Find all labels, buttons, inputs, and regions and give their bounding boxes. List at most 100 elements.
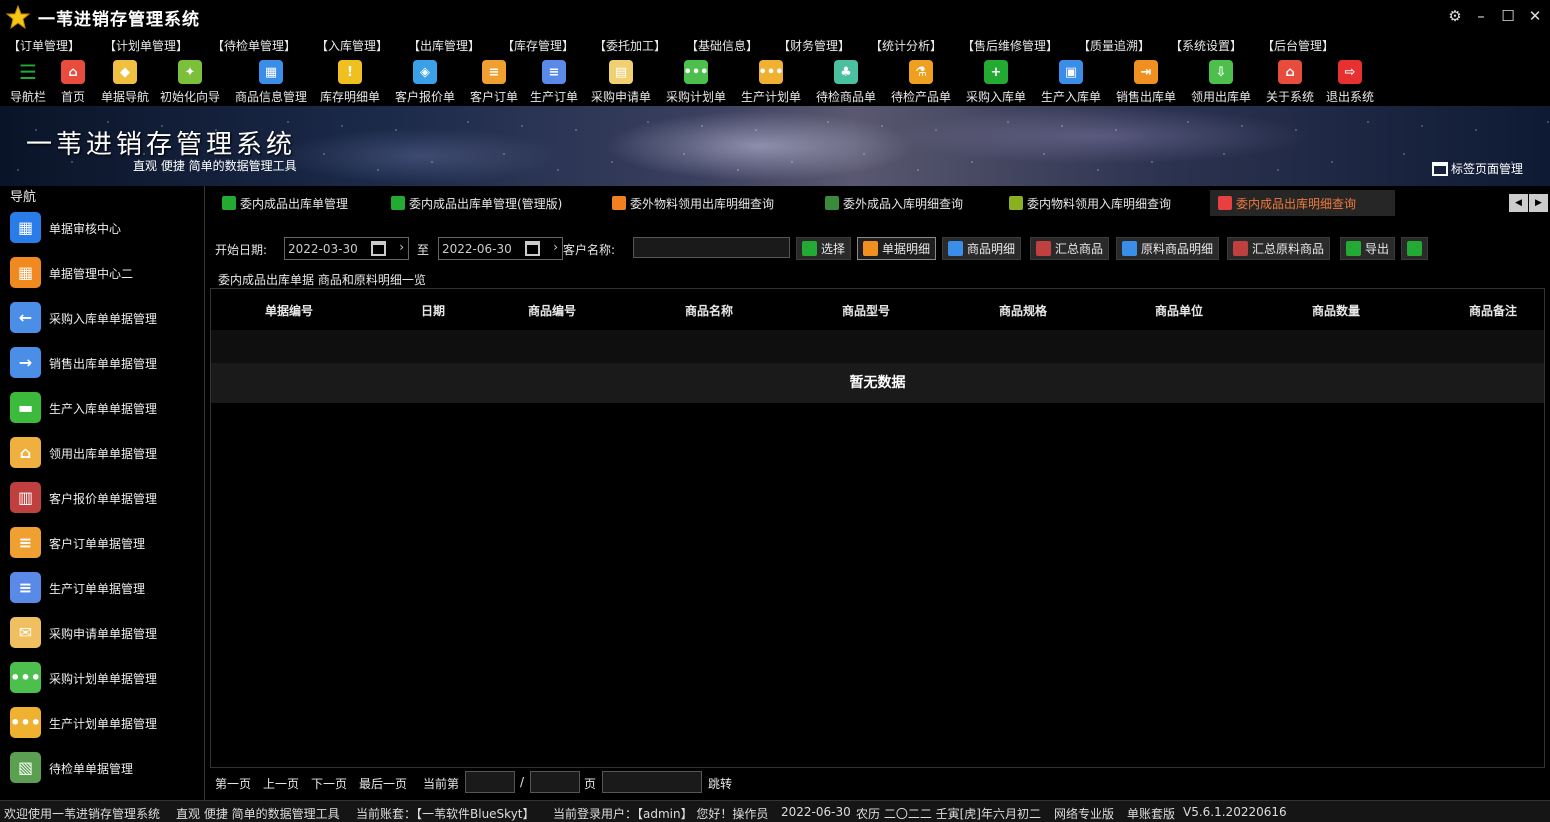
nav-item-4[interactable]: ▬ 生产入库单单据管理: [0, 386, 205, 431]
toolbar-button-1[interactable]: ⌂ 首页: [58, 60, 88, 104]
settings-icon[interactable]: ⚙: [1444, 6, 1466, 26]
tab-5[interactable]: 委内成品出库明细查询: [1210, 190, 1395, 216]
chevron-right-icon[interactable]: ›: [553, 240, 558, 254]
toolbar-button-2[interactable]: ◆ 单据导航: [100, 60, 150, 104]
toolbar-button-5[interactable]: ! 库存明细单: [319, 60, 381, 104]
menu-order[interactable]: 【订单管理】: [8, 37, 80, 54]
toolbar-button-18[interactable]: ⌂ 关于系统: [1265, 60, 1315, 104]
toolbar-button-16[interactable]: ⇥ 销售出库单: [1115, 60, 1177, 104]
chevron-right-icon[interactable]: ›: [399, 240, 404, 254]
minimize-icon[interactable]: –: [1470, 6, 1492, 26]
toolbar-button-3[interactable]: ✦ 初始化向导: [158, 60, 222, 104]
toolbar-button-4[interactable]: ▦ 商品信息管理: [234, 60, 308, 104]
nav-item-9[interactable]: ✉ 采购申请单单据管理: [0, 611, 205, 656]
first-page-link[interactable]: 第一页: [215, 775, 251, 792]
toolbar-button-17[interactable]: ⇩ 领用出库单: [1190, 60, 1252, 104]
toolbar-button-label: 生产计划单: [740, 90, 801, 104]
toolbar-button-15[interactable]: ▣ 生产入库单: [1040, 60, 1102, 104]
toolbar-button-11[interactable]: ••• 生产计划单: [740, 60, 802, 104]
menu-inbound[interactable]: 【入库管理】: [316, 37, 388, 54]
filter-button-3[interactable]: 汇总商品: [1030, 237, 1110, 260]
tab-2[interactable]: 委外物料领用出库明细查询: [604, 190, 782, 216]
filter-button-6[interactable]: 导出: [1340, 237, 1396, 260]
nav-item-8[interactable]: ≡ 生产订单单据管理: [0, 566, 205, 611]
column-header[interactable]: 商品备注: [1453, 302, 1533, 319]
column-header[interactable]: 商品名称: [669, 302, 749, 319]
menu-admin[interactable]: 【后台管理】: [1262, 37, 1334, 54]
column-header[interactable]: 商品数量: [1296, 302, 1376, 319]
nav-item-11[interactable]: ••• 生产计划单单据管理: [0, 701, 205, 746]
column-header[interactable]: 商品单位: [1139, 302, 1219, 319]
menu-basic-info[interactable]: 【基础信息】: [686, 37, 758, 54]
tab-scroll-left-icon[interactable]: ◀: [1509, 194, 1528, 212]
nav-item-12[interactable]: ▧ 待检单单据管理: [0, 746, 205, 791]
menu-plan[interactable]: 【计划单管理】: [104, 37, 188, 54]
nav-item-3[interactable]: → 销售出库单单据管理: [0, 341, 205, 386]
nav-item-0[interactable]: ▦ 单据审核中心: [0, 206, 205, 251]
menu-icon: ☰: [19, 60, 37, 84]
status-bar: 欢迎使用一苇进销存管理系统 直观 便捷 简单的数据管理工具 当前账套：【一苇软件…: [0, 800, 1550, 822]
menu-inspection[interactable]: 【待检单管理】: [212, 37, 296, 54]
nav-item-1[interactable]: ▦ 单据管理中心二: [0, 251, 205, 296]
toolbar-button-10[interactable]: ••• 采购计划单: [665, 60, 727, 104]
tab-scroll-right-icon[interactable]: ▶: [1529, 194, 1548, 212]
jump-page-input[interactable]: [602, 771, 702, 793]
menu-quality-trace[interactable]: 【质量追溯】: [1078, 37, 1150, 54]
column-header[interactable]: 商品型号: [826, 302, 906, 319]
current-page-input[interactable]: [465, 771, 515, 793]
menu-outsourcing[interactable]: 【委托加工】: [594, 37, 666, 54]
menu-finance[interactable]: 【财务管理】: [778, 37, 850, 54]
tab-manager-button[interactable]: 标签页面管理: [1432, 160, 1523, 177]
end-date-picker[interactable]: 2022-06-30 ›: [438, 237, 563, 260]
column-header[interactable]: 商品规格: [983, 302, 1063, 319]
column-header[interactable]: 单据编号: [249, 302, 329, 319]
toolbar-button-19[interactable]: ⇨ 退出系统: [1325, 60, 1375, 104]
customer-input[interactable]: [633, 237, 790, 258]
tab-1[interactable]: 委内成品出库单管理(管理版): [383, 190, 570, 216]
filter-button-1[interactable]: 单据明细: [857, 237, 937, 260]
toolbar-button-7[interactable]: ≡ 客户订单: [469, 60, 519, 104]
column-header[interactable]: 商品编号: [512, 302, 592, 319]
nav-item-5[interactable]: ⌂ 领用出库单单据管理: [0, 431, 205, 476]
calendar-icon[interactable]: [525, 241, 540, 256]
filter-button-7[interactable]: [1401, 237, 1428, 260]
filter-button-4[interactable]: 原料商品明细: [1116, 237, 1220, 260]
toolbar-button-6[interactable]: ◈ 客户报价单: [394, 60, 456, 104]
nav-item-6[interactable]: ▥ 客户报价单单据管理: [0, 476, 205, 521]
menu-after-sales[interactable]: 【售后维修管理】: [962, 37, 1058, 54]
filter-button-5[interactable]: 汇总原料商品: [1227, 237, 1331, 260]
tab-0[interactable]: 委内成品出库单管理: [214, 190, 356, 216]
nav-item-2[interactable]: ← 采购入库单单据管理: [0, 296, 205, 341]
menu-statistics[interactable]: 【统计分析】: [870, 37, 942, 54]
maximize-icon[interactable]: ☐: [1497, 6, 1519, 26]
toolbar-button-13[interactable]: ⚗ 待检产品单: [890, 60, 952, 104]
toolbar-button-0[interactable]: ☰ 导航栏: [8, 60, 48, 104]
document-icon: ≡: [542, 60, 566, 84]
menu-outbound[interactable]: 【出库管理】: [408, 37, 480, 54]
tab-label: 委内成品出库明细查询: [1236, 196, 1357, 211]
prev-page-link[interactable]: 上一页: [263, 775, 299, 792]
jump-button[interactable]: 跳转: [708, 775, 732, 792]
filter-button-0[interactable]: 选择: [796, 237, 852, 260]
menu-system-settings[interactable]: 【系统设置】: [1170, 37, 1242, 54]
banner: 一苇进销存管理系统 直观 便捷 简单的数据管理工具 标签页面管理: [0, 106, 1550, 186]
menu-inventory[interactable]: 【库存管理】: [502, 37, 574, 54]
tab-3[interactable]: 委外成品入库明细查询: [817, 190, 971, 216]
toolbar-button-8[interactable]: ≡ 生产订单: [529, 60, 579, 104]
toolbar-button-9[interactable]: ▤ 采购申请单: [590, 60, 652, 104]
toolbar-button-12[interactable]: ♣ 待检商品单: [815, 60, 877, 104]
page-unit-label: 页: [584, 777, 597, 791]
toolbar-button-14[interactable]: + 采购入库单: [965, 60, 1027, 104]
nav-item-10[interactable]: ••• 采购计划单单据管理: [0, 656, 205, 701]
tab-4[interactable]: 委内物料领用入库明细查询: [1001, 190, 1179, 216]
list-icon: [863, 241, 878, 256]
close-icon[interactable]: ✕: [1524, 6, 1546, 26]
start-date-picker[interactable]: 2022-03-30 ›: [284, 237, 409, 260]
column-header[interactable]: 日期: [393, 302, 473, 319]
calendar-icon[interactable]: [371, 241, 386, 256]
filter-button-2[interactable]: 商品明细: [942, 237, 1022, 260]
last-page-link[interactable]: 最后一页: [359, 775, 407, 792]
next-page-link[interactable]: 下一页: [311, 775, 347, 792]
nav-title: 导航: [10, 190, 37, 205]
nav-item-7[interactable]: ≡ 客户订单单据管理: [0, 521, 205, 566]
